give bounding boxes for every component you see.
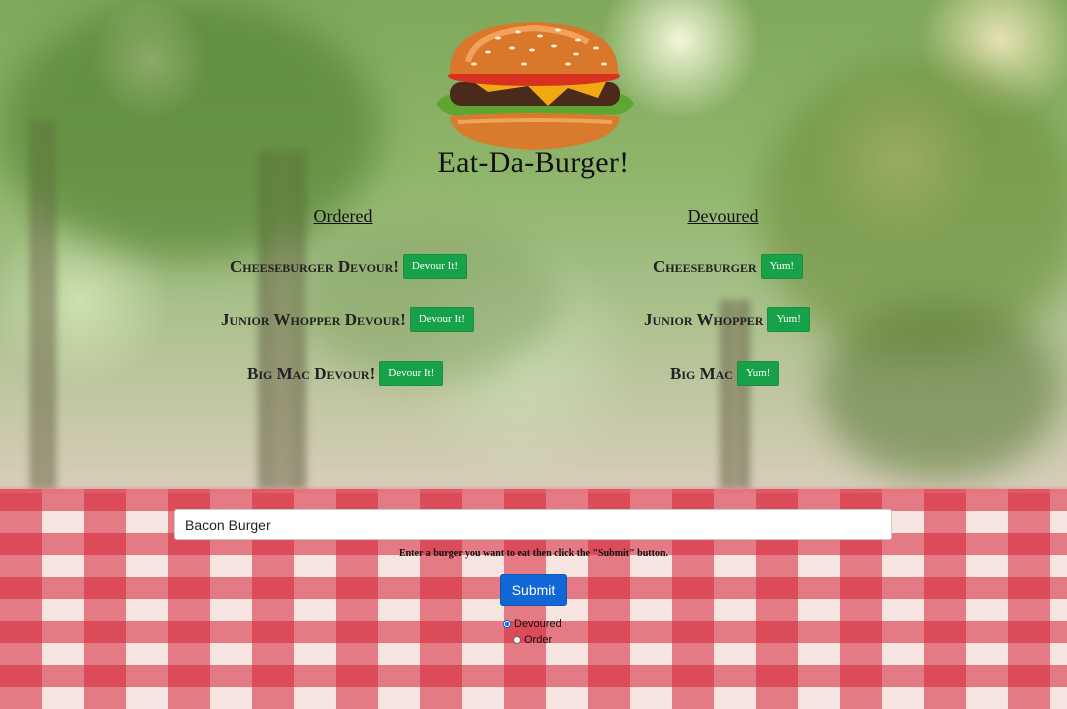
burger-name: Junior Whopper [644, 309, 764, 329]
radio-devoured[interactable]: Devoured [503, 618, 562, 630]
burger-name: Big Mac Devour! [247, 363, 376, 383]
devour-it-button[interactable]: Devour It! [402, 254, 468, 279]
devoured-item: Junior Whopper Yum! [644, 307, 810, 332]
devoured-item: Cheeseburger Yum! [653, 254, 804, 279]
radio-label: Devoured [514, 618, 562, 630]
burger-name: Big Mac [670, 363, 733, 383]
yum-button[interactable]: Yum! [736, 361, 780, 386]
ordered-item: Junior Whopper Devour! Devour It! [221, 307, 474, 332]
burger-name: Cheeseburger [653, 256, 757, 276]
burger-logo-icon [436, 22, 634, 150]
devoured-column-title: Devoured [687, 206, 759, 226]
yum-button[interactable]: Yum! [767, 307, 810, 332]
radio-selected-icon[interactable] [503, 620, 511, 628]
table-edge [0, 485, 1067, 493]
devour-it-button[interactable]: Devour It! [379, 361, 444, 386]
radio-unselected-icon[interactable] [513, 636, 521, 644]
radio-label: Order [524, 634, 553, 646]
devoured-item: Big Mac Yum! [670, 361, 780, 386]
burger-name-input[interactable] [174, 509, 892, 540]
submit-button[interactable]: Submit [500, 574, 567, 606]
page-title: Eat-Da-Burger! [437, 146, 630, 179]
radio-order[interactable]: Order [513, 634, 552, 646]
helper-text: Enter a burger you want to eat then clic… [398, 548, 669, 559]
burger-name: Junior Whopper Devour! [221, 309, 406, 329]
ordered-item: Cheeseburger Devour! Devour It! [230, 254, 468, 279]
devour-it-button[interactable]: Devour It! [409, 307, 474, 332]
burger-name: Cheeseburger Devour! [230, 256, 399, 276]
ordered-column-title: Ordered [313, 206, 373, 226]
yum-button[interactable]: Yum! [760, 254, 804, 279]
ordered-item: Big Mac Devour! Devour It! [247, 361, 444, 386]
